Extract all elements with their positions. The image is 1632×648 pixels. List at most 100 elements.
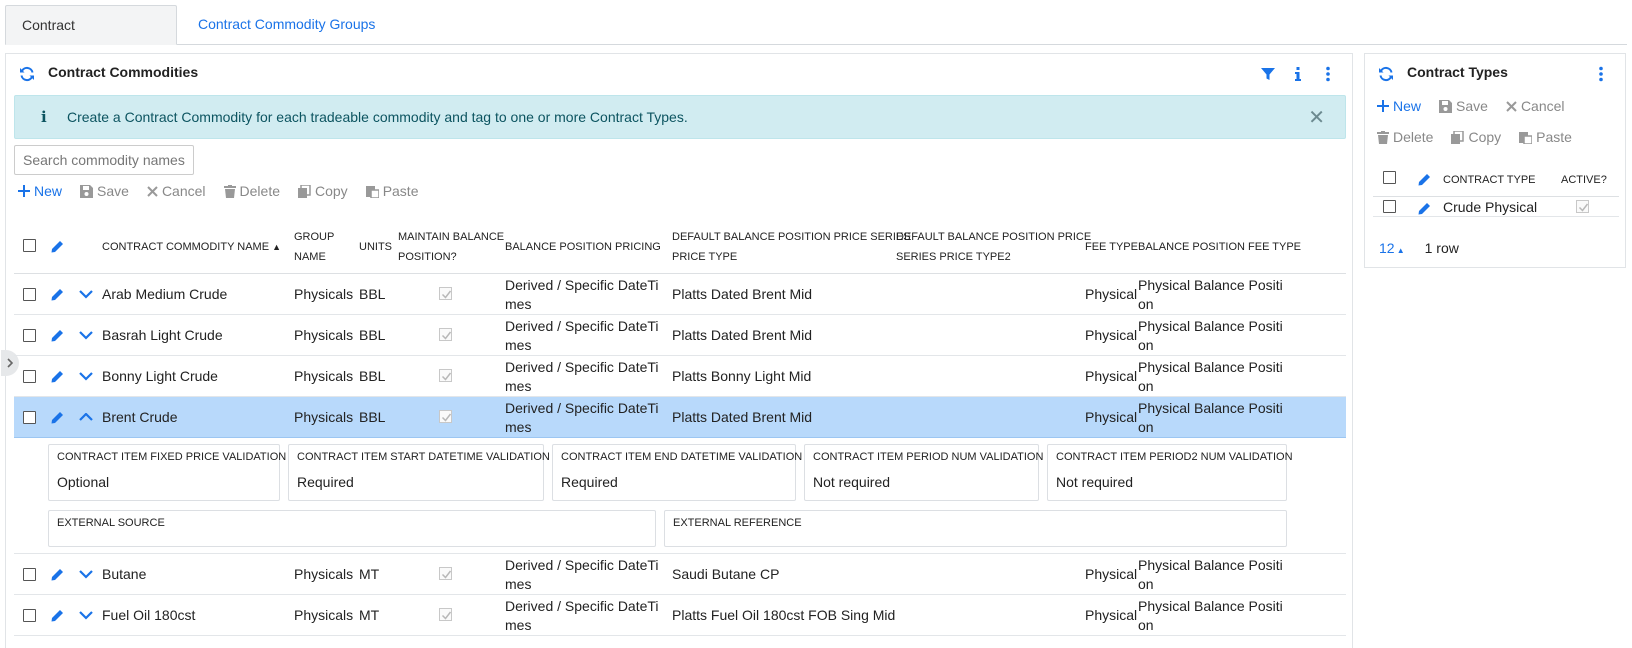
- edit-pencil-icon[interactable]: [50, 328, 65, 343]
- cancel-icon: [147, 185, 158, 197]
- col-balance-position-pricing[interactable]: Balance Position Pricing: [505, 237, 661, 257]
- tab-contract-commodity-groups[interactable]: Contract Commodity Groups: [182, 5, 391, 45]
- col-fee-type[interactable]: Fee Type: [1085, 237, 1138, 257]
- edit-pencil-icon[interactable]: [1417, 201, 1432, 216]
- col-units[interactable]: Units: [359, 237, 392, 257]
- col-maintain-balance-position[interactable]: Maintain Balance Position?: [398, 227, 504, 267]
- cancel-button[interactable]: Cancel: [147, 183, 206, 199]
- delete-label: Delete: [239, 183, 280, 199]
- plus-icon: [1377, 100, 1389, 112]
- table-row[interactable]: Brent Crude Physicals BBL Derived / Specifi…: [14, 397, 1346, 438]
- side-new-button[interactable]: New: [1377, 98, 1421, 114]
- balance-position-pricing: Derived / Specific DateTimes: [505, 598, 659, 633]
- row-checkbox[interactable]: [23, 568, 36, 581]
- info-icon[interactable]: [1290, 66, 1306, 82]
- edit-pencil-icon[interactable]: [50, 567, 65, 582]
- close-icon[interactable]: ✕: [1308, 105, 1325, 130]
- side-paste-button[interactable]: Paste: [1519, 129, 1572, 145]
- side-copy-button[interactable]: Copy: [1451, 129, 1501, 145]
- side-grid-header: Contract Type Active?: [1373, 162, 1619, 197]
- new-button[interactable]: New: [18, 183, 62, 199]
- maintain-balance-checkbox: [439, 369, 452, 382]
- filter-icon[interactable]: [1260, 66, 1276, 82]
- group-name: Physicals: [294, 368, 354, 384]
- fee-type: Physical: [1085, 368, 1138, 384]
- maintain-balance-checkbox: [439, 608, 452, 621]
- row-checkbox[interactable]: [23, 288, 36, 301]
- detail-fixed-price-validation: Contract Item Fixed Price Validation Opt…: [48, 444, 286, 501]
- refresh-icon[interactable]: [19, 66, 35, 82]
- side-grid-footer: 12 ▲ 1 row: [1379, 240, 1459, 256]
- save-button[interactable]: Save: [80, 183, 129, 199]
- row-checkbox[interactable]: [23, 411, 36, 424]
- balance-position-pricing: Derived / Specific DateTimes: [505, 359, 659, 394]
- chevron-down-icon[interactable]: [79, 331, 93, 340]
- copy-button[interactable]: Copy: [298, 183, 348, 199]
- units: MT: [359, 566, 380, 582]
- group-name: Physicals: [294, 409, 354, 425]
- chevron-down-icon[interactable]: [79, 611, 93, 620]
- col-default-price-series-type2[interactable]: Default Balance Position Price Series Pri…: [896, 227, 1091, 267]
- commodity-name: Arab Medium Crude: [102, 286, 228, 302]
- detail-external-reference[interactable]: External Reference: [664, 510, 1287, 547]
- tab-contract-commodities[interactable]: Contract Commodities: [5, 5, 177, 71]
- more-options-icon[interactable]: [1593, 66, 1609, 82]
- side-cancel-button[interactable]: Cancel: [1506, 98, 1565, 114]
- info-banner: i Create a Contract Commodity for each t…: [14, 95, 1346, 139]
- table-row[interactable]: Bonny Light Crude Physicals BBL Derived / S…: [14, 356, 1346, 397]
- col-contract-commodity-name[interactable]: Contract Commodity Name ▲: [102, 237, 281, 257]
- row-checkbox[interactable]: [23, 609, 36, 622]
- chevron-up-icon[interactable]: [79, 413, 93, 422]
- refresh-icon[interactable]: [1378, 66, 1394, 82]
- side-delete-button[interactable]: Delete: [1377, 129, 1433, 145]
- select-all-checkbox[interactable]: [23, 239, 36, 252]
- chevron-down-icon[interactable]: [79, 290, 93, 299]
- new-label: New: [34, 183, 63, 199]
- row-checkbox[interactable]: [23, 329, 36, 342]
- paste-icon: [1519, 131, 1533, 144]
- default-price-series-type: Saudi Butane CP: [672, 566, 780, 582]
- paste-icon: [365, 185, 379, 198]
- balance-position-pricing: Derived / Specific DateTimes: [505, 277, 659, 312]
- maintain-balance-checkbox: [439, 287, 452, 300]
- col-default-price-series-type[interactable]: Default Balance Position Price Series Pri…: [672, 227, 911, 267]
- active-checkbox: [1576, 200, 1589, 213]
- search-input[interactable]: [14, 145, 194, 175]
- page-size-selector[interactable]: 12 ▲: [1379, 240, 1405, 256]
- detail-period2-num-validation: Contract Item Period2 Num Validation Not…: [1047, 444, 1293, 501]
- chevron-down-icon[interactable]: [79, 570, 93, 579]
- table-row[interactable]: Basrah Light Crude Physicals BBL Derived / …: [14, 315, 1346, 356]
- delete-button[interactable]: Delete: [223, 183, 280, 199]
- side-table-row[interactable]: Crude Physical: [1373, 197, 1619, 217]
- more-options-icon[interactable]: [1320, 66, 1336, 82]
- row-checkbox[interactable]: [1383, 200, 1396, 213]
- table-row[interactable]: Butane Physicals MT Derived / Specific Date…: [14, 554, 1346, 595]
- sort-asc-icon: ▲: [272, 242, 282, 252]
- plus-icon: [18, 185, 30, 197]
- detail-external-source[interactable]: External Source: [48, 510, 656, 547]
- chevron-down-icon[interactable]: [79, 372, 93, 381]
- side-save-button[interactable]: Save: [1439, 98, 1488, 114]
- copy-label: Copy: [315, 183, 348, 199]
- copy-icon: [298, 184, 311, 198]
- balance-position-fee-type: Physical Balance Position: [1138, 598, 1283, 633]
- edit-pencil-icon[interactable]: [50, 410, 65, 425]
- col-active[interactable]: Active?: [1561, 170, 1607, 190]
- edit-pencil-icon: [1418, 174, 1430, 186]
- edit-pencil-icon[interactable]: [50, 287, 65, 302]
- default-price-series-type: Platts Dated Brent Mid: [672, 409, 813, 425]
- col-balance-position-fee-type[interactable]: Balance Position Fee Type: [1138, 237, 1301, 257]
- table-row[interactable]: Arab Medium Crude Physicals BBL Derived / S…: [14, 274, 1346, 315]
- paste-button[interactable]: Paste: [365, 183, 419, 199]
- row-checkbox[interactable]: [23, 370, 36, 383]
- edit-pencil-icon[interactable]: [50, 369, 65, 384]
- edit-pencil-icon[interactable]: [50, 608, 65, 623]
- select-all-checkbox[interactable]: [1383, 171, 1396, 184]
- table-row[interactable]: Fuel Oil 180cst Physicals MT Derived / Spec…: [14, 595, 1346, 636]
- col-group-name[interactable]: Group Name: [294, 227, 334, 267]
- trash-icon: [223, 184, 236, 198]
- balance-position-fee-type: Physical Balance Position: [1138, 400, 1283, 435]
- col-contract-type[interactable]: Contract Type: [1443, 170, 1536, 190]
- panel-title: Contract Commodities: [48, 64, 199, 80]
- balance-position-fee-type: Physical Balance Position: [1138, 318, 1283, 353]
